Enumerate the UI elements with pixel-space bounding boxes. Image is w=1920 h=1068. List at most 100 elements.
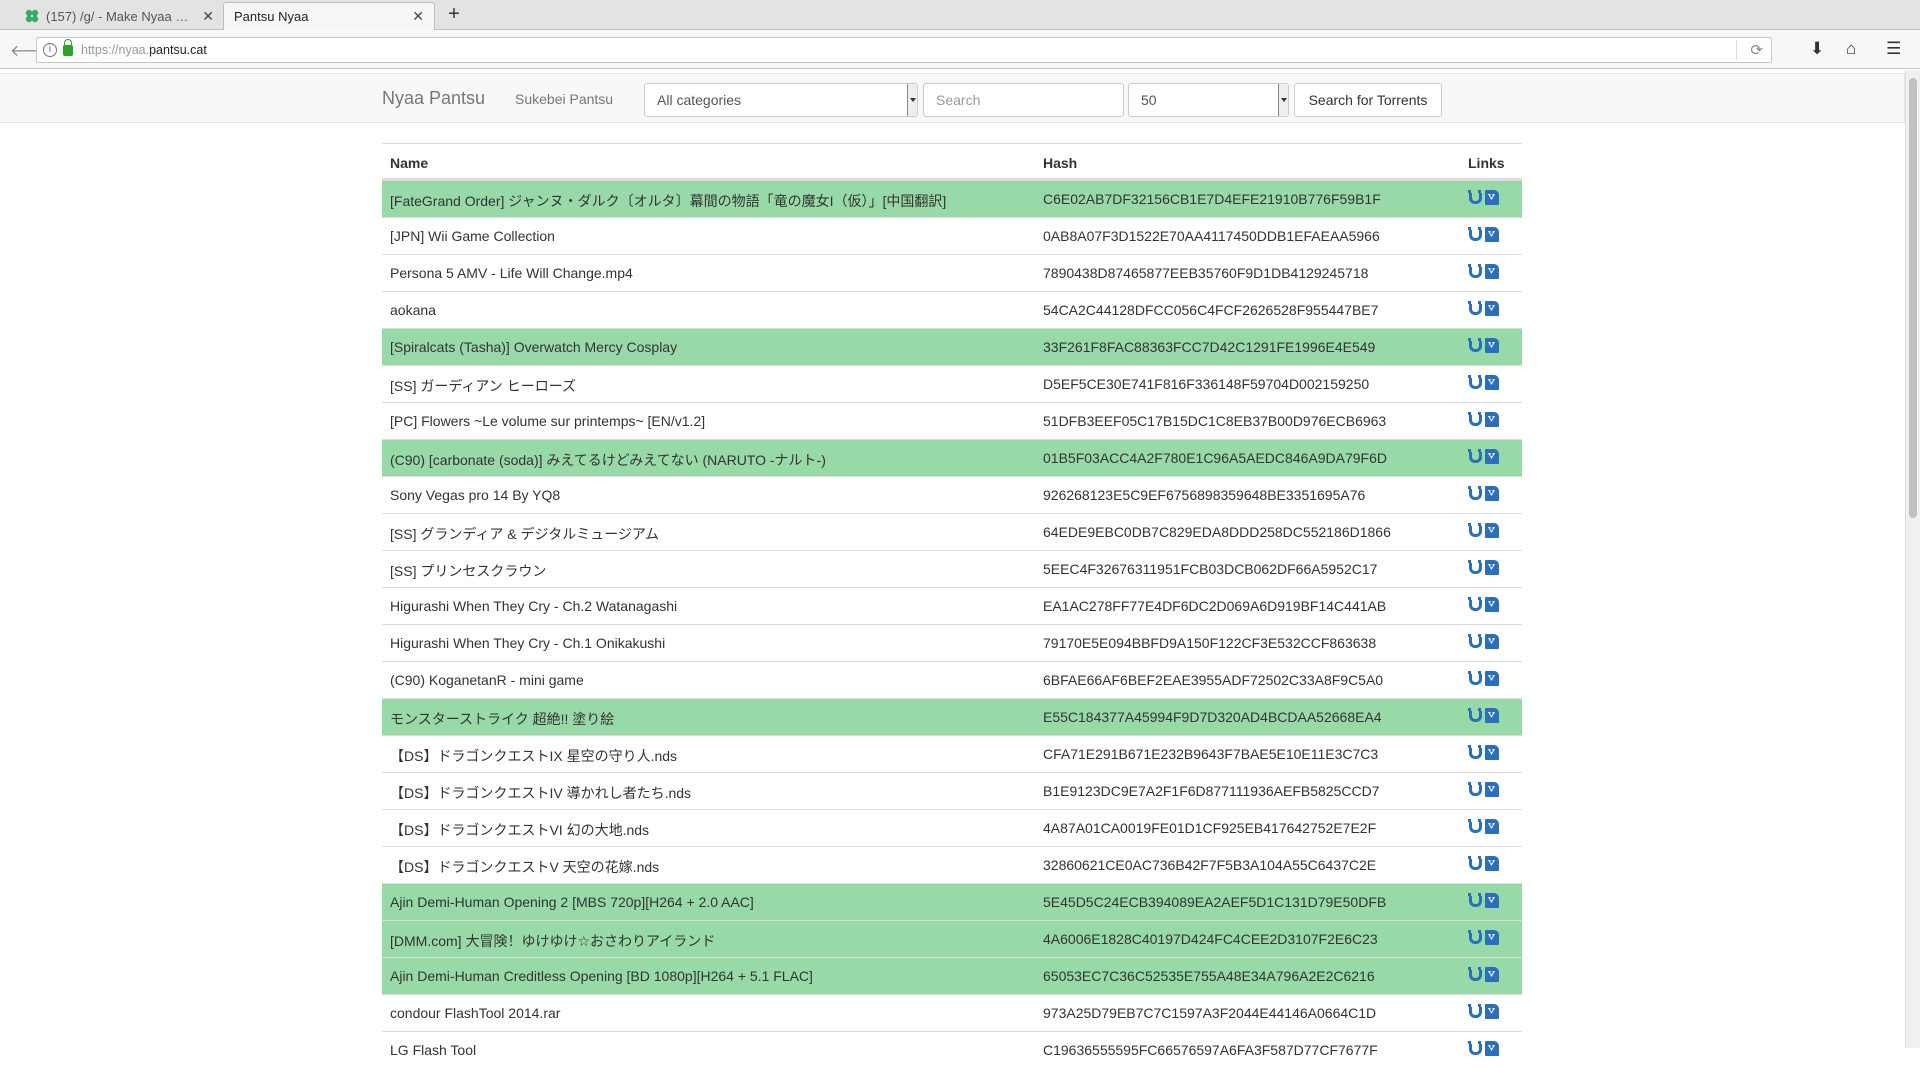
- torrent-name-link[interactable]: (C90) KoganetanR - mini game: [390, 672, 584, 688]
- torrent-name-link[interactable]: [Spiralcats (Tasha)] Overwatch Mercy Cos…: [390, 339, 677, 355]
- magnet-icon[interactable]: [1468, 227, 1482, 242]
- torrent-name-link[interactable]: [SS] グランディア & デジタルミュージアム: [390, 524, 659, 544]
- torrent-links: [1468, 967, 1499, 982]
- torrent-download-icon[interactable]: [1485, 930, 1499, 945]
- per-page-select[interactable]: 50: [1128, 83, 1289, 117]
- page-scrollbar[interactable]: [1905, 70, 1920, 1048]
- torrent-name-link[interactable]: (C90) [carbonate (soda)] みえてるけどみえてない (NA…: [390, 450, 826, 470]
- torrent-name-link[interactable]: モンスターストライク 超絶!! 塗り絵: [390, 709, 614, 729]
- torrent-name-link[interactable]: Sony Vegas pro 14 By YQ8: [390, 487, 560, 503]
- magnet-icon[interactable]: [1468, 671, 1482, 686]
- torrent-download-icon[interactable]: [1485, 449, 1499, 464]
- torrent-download-icon[interactable]: [1485, 745, 1499, 760]
- magnet-icon[interactable]: [1468, 338, 1482, 353]
- torrent-download-icon[interactable]: [1485, 412, 1499, 427]
- magnet-icon[interactable]: [1468, 597, 1482, 612]
- torrent-download-icon[interactable]: [1485, 301, 1499, 316]
- table-row: [SS] プリンセスクラウン 5EEC4F32676311951FCB03DCB0…: [382, 550, 1522, 587]
- magnet-icon[interactable]: [1468, 1041, 1482, 1056]
- magnet-icon[interactable]: [1468, 745, 1482, 760]
- torrent-download-icon[interactable]: [1485, 967, 1499, 982]
- magnet-icon[interactable]: [1468, 856, 1482, 871]
- magnet-icon[interactable]: [1468, 819, 1482, 834]
- torrent-name-link[interactable]: [SS] プリンセスクラウン: [390, 561, 546, 581]
- torrent-download-icon[interactable]: [1485, 708, 1499, 723]
- torrent-name-link[interactable]: condour FlashTool 2014.rar: [390, 1005, 560, 1021]
- torrent-download-icon[interactable]: [1485, 375, 1499, 390]
- torrent-name-link[interactable]: Higurashi When They Cry - Ch.2 Watanagas…: [390, 598, 677, 614]
- magnet-icon[interactable]: [1468, 449, 1482, 464]
- torrent-name-link[interactable]: 【DS】ドラゴンクエストV 天空の花嫁.nds: [390, 857, 659, 877]
- torrent-download-icon[interactable]: [1485, 264, 1499, 279]
- lock-icon[interactable]: [63, 38, 73, 56]
- torrent-name-link[interactable]: [SS] ガーディアン ヒーローズ: [390, 376, 576, 396]
- magnet-icon[interactable]: [1468, 486, 1482, 501]
- torrent-download-icon[interactable]: [1485, 1041, 1499, 1056]
- magnet-icon[interactable]: [1468, 930, 1482, 945]
- search-button[interactable]: Search for Torrents: [1294, 83, 1442, 117]
- torrent-hash: 6BFAE66AF6BEF2EAE3955ADF72502C33A8F9C5A0: [1043, 672, 1384, 688]
- torrent-download-icon[interactable]: [1485, 856, 1499, 871]
- browser-tab-pantsu[interactable]: Pantsu Nyaa ✕: [223, 2, 435, 30]
- magnet-icon[interactable]: [1468, 375, 1482, 390]
- torrent-name-link[interactable]: 【DS】ドラゴンクエストIX 星空の守り人.nds: [390, 746, 677, 766]
- magnet-icon[interactable]: [1468, 782, 1482, 797]
- torrent-download-icon[interactable]: [1485, 486, 1499, 501]
- torrent-download-icon[interactable]: [1485, 597, 1499, 612]
- torrent-download-icon[interactable]: [1485, 634, 1499, 649]
- magnet-icon[interactable]: [1468, 190, 1482, 205]
- download-icon[interactable]: ⬇: [1810, 39, 1824, 59]
- browser-tab-gchan[interactable]: (157) /g/ - Make Nyaa Great Again ✕: [14, 2, 224, 30]
- torrent-name-link[interactable]: [FateGrand Order] ジャンヌ・ダルク〔オルタ〕幕間の物語「竜の魔…: [390, 191, 946, 211]
- torrent-download-icon[interactable]: [1485, 338, 1499, 353]
- scrollbar-thumb[interactable]: [1909, 78, 1917, 518]
- torrent-download-icon[interactable]: [1485, 560, 1499, 575]
- torrent-name-link[interactable]: Ajin Demi-Human Creditless Opening [BD 1…: [390, 968, 813, 984]
- table-row: モンスターストライク 超絶!! 塗り絵 E55C184377A45994F9D7D…: [382, 698, 1522, 735]
- torrent-name-link[interactable]: Higurashi When They Cry - Ch.1 Onikakush…: [390, 635, 665, 651]
- magnet-icon[interactable]: [1468, 560, 1482, 575]
- brand-link[interactable]: Nyaa Pantsu: [382, 88, 485, 109]
- table-row: [Spiralcats (Tasha)] Overwatch Mercy Cos…: [382, 328, 1522, 365]
- category-select[interactable]: All categories: [644, 83, 918, 117]
- torrent-name-link[interactable]: 【DS】ドラゴンクエストVI 幻の大地.nds: [390, 820, 649, 840]
- torrent-name-link[interactable]: Ajin Demi-Human Opening 2 [MBS 720p][H26…: [390, 894, 754, 910]
- magnet-icon[interactable]: [1468, 893, 1482, 908]
- torrent-name-link[interactable]: Persona 5 AMV - Life Will Change.mp4: [390, 265, 633, 281]
- torrent-name-link[interactable]: 【DS】ドラゴンクエストIV 導かれし者たち.nds: [390, 783, 691, 803]
- close-tab-icon[interactable]: ✕: [412, 8, 424, 25]
- info-icon[interactable]: i: [43, 43, 57, 57]
- magnet-icon[interactable]: [1468, 967, 1482, 982]
- torrent-name-link[interactable]: [JPN] Wii Game Collection: [390, 228, 555, 244]
- torrent-links: [1468, 856, 1499, 871]
- search-input[interactable]: Search: [923, 83, 1124, 117]
- torrent-download-icon[interactable]: [1485, 1004, 1499, 1019]
- magnet-icon[interactable]: [1468, 1004, 1482, 1019]
- new-tab-button[interactable]: +: [442, 3, 466, 26]
- address-bar[interactable]: i https://nyaa. pantsu.cat ⟳: [36, 37, 1772, 63]
- magnet-icon[interactable]: [1468, 634, 1482, 649]
- torrent-download-icon[interactable]: [1485, 819, 1499, 834]
- close-tab-icon[interactable]: ✕: [202, 8, 214, 25]
- home-icon[interactable]: ⌂: [1846, 39, 1856, 59]
- magnet-icon[interactable]: [1468, 301, 1482, 316]
- reload-icon[interactable]: ⟳: [1750, 41, 1763, 59]
- torrent-name-link[interactable]: LG Flash Tool: [390, 1042, 476, 1058]
- torrent-name-link[interactable]: [DMM.com] 大冒険！ゆけゆけ☆おさわりアイランド: [390, 931, 715, 951]
- torrent-name-link[interactable]: [PC] Flowers ~Le volume sur printemps~ […: [390, 413, 705, 429]
- torrent-download-icon[interactable]: [1485, 523, 1499, 538]
- torrent-name-link[interactable]: aokana: [390, 302, 436, 318]
- magnet-icon[interactable]: [1468, 523, 1482, 538]
- torrent-download-icon[interactable]: [1485, 671, 1499, 686]
- magnet-icon[interactable]: [1468, 412, 1482, 427]
- torrent-download-icon[interactable]: [1485, 893, 1499, 908]
- magnet-icon[interactable]: [1468, 708, 1482, 723]
- torrent-download-icon[interactable]: [1485, 227, 1499, 242]
- sukebei-link[interactable]: Sukebei Pantsu: [515, 91, 613, 107]
- torrent-download-icon[interactable]: [1485, 190, 1499, 205]
- table-row: [PC] Flowers ~Le volume sur printemps~ […: [382, 402, 1522, 439]
- magnet-icon[interactable]: [1468, 264, 1482, 279]
- torrent-download-icon[interactable]: [1485, 782, 1499, 797]
- menu-icon[interactable]: ☰: [1886, 39, 1901, 59]
- torrent-links: [1468, 338, 1499, 353]
